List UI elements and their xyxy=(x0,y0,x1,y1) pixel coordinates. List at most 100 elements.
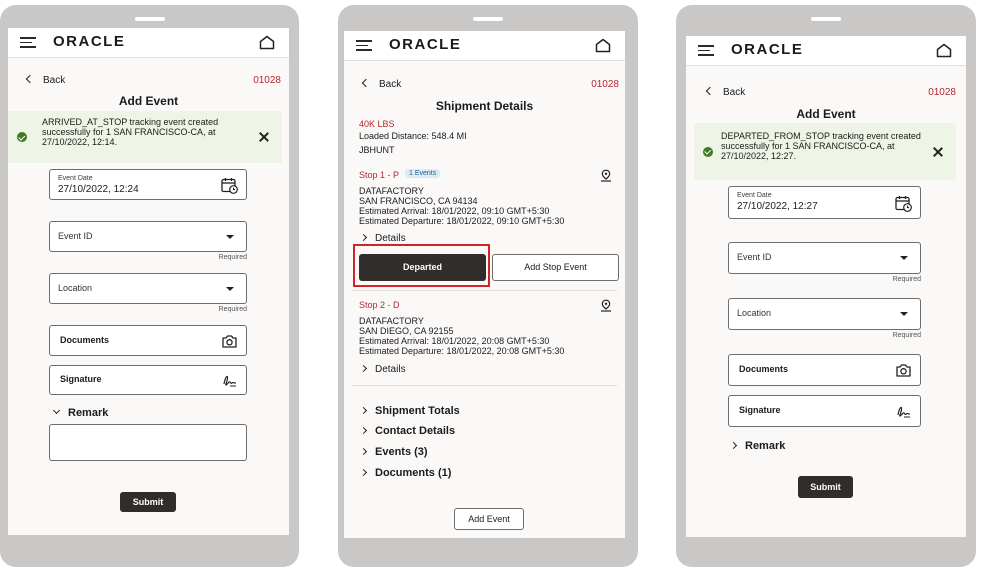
phone-frame-1: ORACLE Back 01028 Add Event ARRIVED_AT_S… xyxy=(0,5,299,567)
stop-2-arrival: Estimated Arrival: 18/01/2022, 20:08 GMT… xyxy=(359,336,550,346)
chevron-left-icon xyxy=(705,86,715,96)
back-label: Back xyxy=(723,87,746,98)
phone-speaker xyxy=(473,17,503,21)
event-date-field[interactable]: Event Date 27/10/2022, 12:24 xyxy=(49,169,247,200)
stop-1-address: SAN FRANCISCO, CA 94134 xyxy=(359,196,478,206)
toast-message: DEPARTED_FROM_STOP tracking event create… xyxy=(721,131,921,161)
hamburger-menu-icon[interactable] xyxy=(20,37,36,48)
caret-down-icon xyxy=(900,256,908,260)
signature-icon[interactable] xyxy=(895,403,912,420)
stop-2-details-toggle[interactable]: Details xyxy=(359,364,406,375)
screen-shipment-details: ORACLE Back 01028 Shipment Details 40K L… xyxy=(344,31,625,538)
signature-field[interactable]: Signature xyxy=(49,365,247,395)
event-id-select[interactable]: Event ID xyxy=(49,221,247,252)
remark-toggle[interactable]: Remark xyxy=(52,406,109,419)
remark-textarea[interactable] xyxy=(49,424,247,461)
section-shipment-totals[interactable]: Shipment Totals xyxy=(359,405,460,417)
hamburger-menu-icon[interactable] xyxy=(356,40,372,51)
back-button[interactable]: Back xyxy=(25,74,66,86)
stop-2-address: SAN DIEGO, CA 92155 xyxy=(359,326,454,336)
camera-icon[interactable] xyxy=(221,333,238,350)
page-title: Add Event xyxy=(118,94,179,108)
map-pin-icon[interactable] xyxy=(600,169,612,182)
chevron-right-icon xyxy=(359,233,368,242)
check-circle-icon xyxy=(17,132,27,142)
chevron-right-icon xyxy=(359,426,368,435)
calendar-clock-icon[interactable] xyxy=(221,177,238,194)
add-event-button[interactable]: Add Event xyxy=(454,508,524,530)
documents-label: Documents xyxy=(739,364,789,374)
stop-1-details-toggle[interactable]: Details xyxy=(359,233,406,244)
stop-1-title: Stop 1 - P xyxy=(359,170,400,180)
camera-icon[interactable] xyxy=(895,362,912,379)
oracle-logo: ORACLE xyxy=(731,41,804,58)
app-bar: ORACLE xyxy=(8,28,289,58)
signature-label: Signature xyxy=(60,374,102,384)
loaded-distance: Loaded Distance: 548.4 MI xyxy=(359,131,467,141)
event-id-placeholder: Event ID xyxy=(737,252,772,262)
phone-speaker xyxy=(134,17,165,21)
toast-message: ARRIVED_AT_STOP tracking event created s… xyxy=(42,117,219,147)
stop-1-arrival: Estimated Arrival: 18/01/2022, 09:10 GMT… xyxy=(359,206,550,216)
event-date-value: 27/10/2022, 12:24 xyxy=(58,184,139,195)
back-button[interactable]: Back xyxy=(361,78,402,90)
location-select[interactable]: Location xyxy=(728,298,921,330)
required-hint: Required xyxy=(892,332,921,339)
chevron-right-icon xyxy=(729,441,738,450)
required-hint: Required xyxy=(218,306,247,313)
back-label: Back xyxy=(379,79,402,90)
close-icon[interactable] xyxy=(932,146,944,158)
details-label: Details xyxy=(375,233,406,244)
event-date-field[interactable]: Event Date 27/10/2022, 12:27 xyxy=(728,186,921,219)
oracle-logo: ORACLE xyxy=(53,33,126,50)
calendar-clock-icon[interactable] xyxy=(895,195,912,212)
shipment-weight: 40K LBS xyxy=(359,119,395,129)
home-icon[interactable] xyxy=(936,43,952,58)
success-toast: DEPARTED_FROM_STOP tracking event create… xyxy=(694,123,956,180)
location-placeholder: Location xyxy=(58,282,93,293)
chevron-right-icon xyxy=(359,364,368,373)
event-date-label: Event Date xyxy=(737,192,772,199)
home-icon[interactable] xyxy=(595,38,611,53)
signature-field[interactable]: Signature xyxy=(728,395,921,427)
section-contact-details[interactable]: Contact Details xyxy=(359,425,456,437)
documents-field[interactable]: Documents xyxy=(49,325,247,356)
stop-1-departure: Estimated Departure: 18/01/2022, 09:10 G… xyxy=(359,216,565,226)
stop-2-title: Stop 2 - D xyxy=(359,300,400,310)
app-bar: ORACLE xyxy=(686,36,966,66)
location-placeholder: Location xyxy=(737,308,772,318)
submit-button[interactable]: Submit xyxy=(120,492,176,512)
back-label: Back xyxy=(43,75,66,86)
stop-1-name: DATAFACTORY xyxy=(359,186,424,196)
event-id-select[interactable]: Event ID xyxy=(728,242,921,274)
caret-down-icon xyxy=(226,286,234,291)
departed-button[interactable]: Departed xyxy=(359,254,486,281)
section-events[interactable]: Events (3) xyxy=(359,446,428,458)
event-date-value: 27/10/2022, 12:27 xyxy=(737,201,818,212)
oracle-logo: ORACLE xyxy=(389,36,462,53)
hamburger-menu-icon[interactable] xyxy=(698,45,714,56)
section-label: Shipment Totals xyxy=(375,405,460,417)
stop-1-events-badge: 1 Events xyxy=(405,169,441,178)
shipment-ref: 01028 xyxy=(928,87,956,98)
phone-speaker xyxy=(811,17,841,21)
section-documents[interactable]: Documents (1) xyxy=(359,467,451,479)
section-label: Contact Details xyxy=(375,425,456,437)
back-button[interactable]: Back xyxy=(705,86,746,98)
map-pin-icon[interactable] xyxy=(600,299,612,312)
home-icon[interactable] xyxy=(259,35,275,50)
remark-label: Remark xyxy=(68,407,109,419)
location-select[interactable]: Location xyxy=(49,273,247,304)
documents-label: Documents xyxy=(60,334,110,345)
submit-button[interactable]: Submit xyxy=(798,476,853,498)
section-divider xyxy=(352,385,617,386)
signature-icon[interactable] xyxy=(221,372,238,389)
add-stop-event-button[interactable]: Add Stop Event xyxy=(492,254,619,281)
close-icon[interactable] xyxy=(258,131,270,143)
shipment-ref: 01028 xyxy=(253,75,281,86)
remark-toggle[interactable]: Remark xyxy=(729,440,785,452)
documents-field[interactable]: Documents xyxy=(728,354,921,386)
chevron-down-icon xyxy=(52,406,61,415)
page-title: Shipment Details xyxy=(435,99,534,113)
section-label: Events (3) xyxy=(375,446,428,458)
